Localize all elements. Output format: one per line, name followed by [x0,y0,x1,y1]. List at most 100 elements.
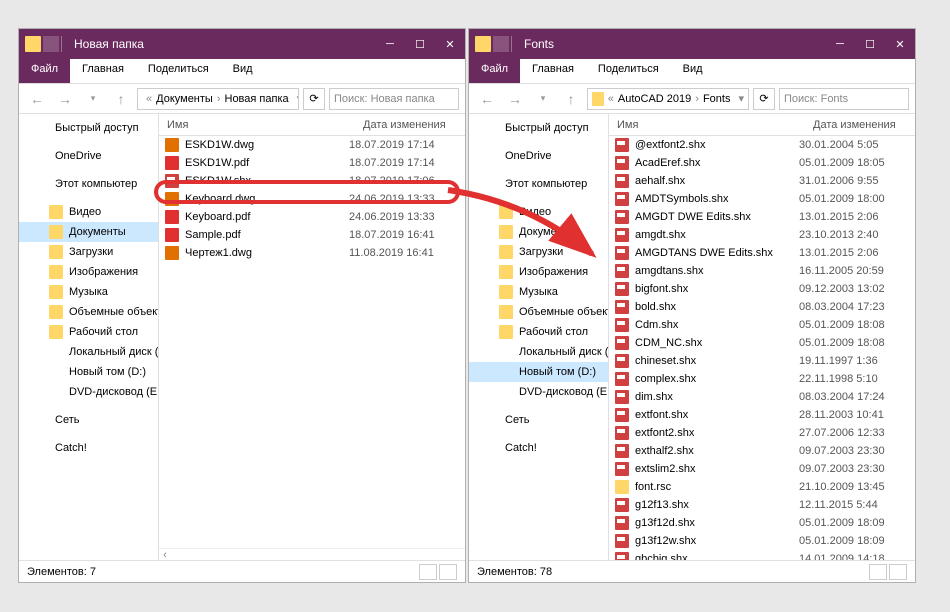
sidebar-item[interactable]: DVD-дисковод (E:) [469,382,608,402]
breadcrumb-seg[interactable]: Новая папка [225,93,289,105]
tab-file[interactable]: Файл [469,59,520,83]
maximize-button[interactable]: ☐ [405,29,435,59]
file-row[interactable]: amgdtans.shx16.11.2005 20:59 [609,262,915,280]
file-row[interactable]: ESKD1W.shx18.07.2019 17:06 [159,172,465,190]
file-row[interactable]: bold.shx08.03.2004 17:23 [609,298,915,316]
sidebar-item[interactable]: Изображения [19,262,158,282]
sidebar-item[interactable]: OneDrive [469,146,608,166]
up-button[interactable]: ↑ [559,87,583,111]
sidebar-item[interactable]: Загрузки [19,242,158,262]
file-row[interactable]: AcadEref.shx05.01.2009 18:05 [609,154,915,172]
search-input[interactable]: Поиск: Fonts [779,88,909,110]
view-details-button[interactable] [869,564,887,580]
sidebar-item[interactable]: Этот компьютер [469,174,608,194]
file-row[interactable]: extfont2.shx27.07.2006 12:33 [609,424,915,442]
view-icons-button[interactable] [439,564,457,580]
titlebar[interactable]: Новая папка ─ ☐ ✕ [19,29,465,59]
file-row[interactable]: bigfont.shx09.12.2003 13:02 [609,280,915,298]
view-details-button[interactable] [419,564,437,580]
titlebar[interactable]: Fonts ─ ☐ ✕ [469,29,915,59]
file-row[interactable]: @extfont2.shx30.01.2004 5:05 [609,136,915,154]
sidebar-item[interactable]: Новый том (D:) [469,362,608,382]
col-date[interactable]: Дата изменения [355,119,465,131]
recent-button[interactable]: ▾ [531,87,555,111]
address-dropdown-icon[interactable]: ▾ [297,92,299,105]
tab-share[interactable]: Поделиться [586,59,671,83]
file-row[interactable]: g13f12w.shx05.01.2009 18:09 [609,532,915,550]
search-input[interactable]: Поиск: Новая папка [329,88,459,110]
tab-view[interactable]: Вид [221,59,265,83]
tab-home[interactable]: Главная [70,59,136,83]
breadcrumb-seg[interactable]: Fonts [703,93,731,105]
sidebar-item[interactable]: Рабочий стол [19,322,158,342]
sidebar-item[interactable]: Документы [469,222,608,242]
qat-icon[interactable] [493,36,509,52]
sidebar-item[interactable]: DVD-дисковод (E:) [19,382,158,402]
file-row[interactable]: complex.shx22.11.1998 5:10 [609,370,915,388]
scrollbar-horizontal[interactable]: ‹ [159,548,465,560]
sidebar-item[interactable]: Локальный диск (С [469,342,608,362]
file-row[interactable]: Keyboard.dwg24.06.2019 13:33 [159,190,465,208]
sidebar-item[interactable]: Catch! [19,438,158,458]
sidebar-item[interactable]: Объемные объект [469,302,608,322]
file-row[interactable]: AMGDT DWE Edits.shx13.01.2015 2:06 [609,208,915,226]
breadcrumb-seg[interactable]: AutoCAD 2019 [618,93,691,105]
sidebar-item[interactable]: Рабочий стол [469,322,608,342]
sidebar-item[interactable]: Видео [469,202,608,222]
file-row[interactable]: AMGDTANS DWE Edits.shx13.01.2015 2:06 [609,244,915,262]
file-row[interactable]: g13f12d.shx05.01.2009 18:09 [609,514,915,532]
tab-share[interactable]: Поделиться [136,59,221,83]
file-row[interactable]: g12f13.shx12.11.2015 5:44 [609,496,915,514]
file-row[interactable]: extfont.shx28.11.2003 10:41 [609,406,915,424]
sidebar-item[interactable]: Catch! [469,438,608,458]
file-row[interactable]: Keyboard.pdf24.06.2019 13:33 [159,208,465,226]
refresh-button[interactable]: ⟳ [753,88,775,110]
refresh-button[interactable]: ⟳ [303,88,325,110]
col-date[interactable]: Дата изменения [805,119,915,131]
sidebar-item[interactable]: Новый том (D:) [19,362,158,382]
sidebar-item[interactable]: Документы [19,222,158,242]
sidebar-item[interactable]: Музыка [469,282,608,302]
qat-icon[interactable] [43,36,59,52]
tab-home[interactable]: Главная [520,59,586,83]
tab-view[interactable]: Вид [671,59,715,83]
address-dropdown-icon[interactable]: ▾ [738,92,744,105]
file-row[interactable]: Sample.pdf18.07.2019 16:41 [159,226,465,244]
close-button[interactable]: ✕ [885,29,915,59]
file-row[interactable]: exthalf2.shx09.07.2003 23:30 [609,442,915,460]
maximize-button[interactable]: ☐ [855,29,885,59]
back-button[interactable]: ← [25,87,49,111]
sidebar-item[interactable]: Сеть [19,410,158,430]
sidebar-item[interactable]: Локальный диск (С [19,342,158,362]
sidebar-item[interactable]: Этот компьютер [19,174,158,194]
sidebar-item[interactable]: Быстрый доступ [19,118,158,138]
file-row[interactable]: ESKD1W.pdf18.07.2019 17:14 [159,154,465,172]
tab-file[interactable]: Файл [19,59,70,83]
file-row[interactable]: aehalf.shx31.01.2006 9:55 [609,172,915,190]
view-icons-button[interactable] [889,564,907,580]
file-row[interactable]: extslim2.shx09.07.2003 23:30 [609,460,915,478]
file-row[interactable]: Cdm.shx05.01.2009 18:08 [609,316,915,334]
up-button[interactable]: ↑ [109,87,133,111]
file-row[interactable]: chineset.shx19.11.1997 1:36 [609,352,915,370]
file-row[interactable]: AMDTSymbols.shx05.01.2009 18:00 [609,190,915,208]
close-button[interactable]: ✕ [435,29,465,59]
forward-button[interactable]: → [503,87,527,111]
file-row[interactable]: dim.shx08.03.2004 17:24 [609,388,915,406]
recent-button[interactable]: ▾ [81,87,105,111]
minimize-button[interactable]: ─ [375,29,405,59]
sidebar-item[interactable]: Видео [19,202,158,222]
file-row[interactable]: Чертеж1.dwg11.08.2019 16:41 [159,244,465,262]
file-row[interactable]: amgdt.shx23.10.2013 2:40 [609,226,915,244]
forward-button[interactable]: → [53,87,77,111]
file-row[interactable]: CDM_NC.shx05.01.2009 18:08 [609,334,915,352]
sidebar-item[interactable]: Объемные объект [19,302,158,322]
col-name[interactable]: Имя [159,119,355,131]
file-row[interactable]: font.rsc21.10.2009 13:45 [609,478,915,496]
file-row[interactable]: gbcbig.shx14.01.2009 14:18 [609,550,915,560]
sidebar-item[interactable]: Изображения [469,262,608,282]
minimize-button[interactable]: ─ [825,29,855,59]
sidebar-item[interactable]: Загрузки [469,242,608,262]
address-box[interactable]: « AutoCAD 2019 › Fonts ▾ [587,88,749,110]
address-box[interactable]: « Документы › Новая папка ▾ [137,88,299,110]
